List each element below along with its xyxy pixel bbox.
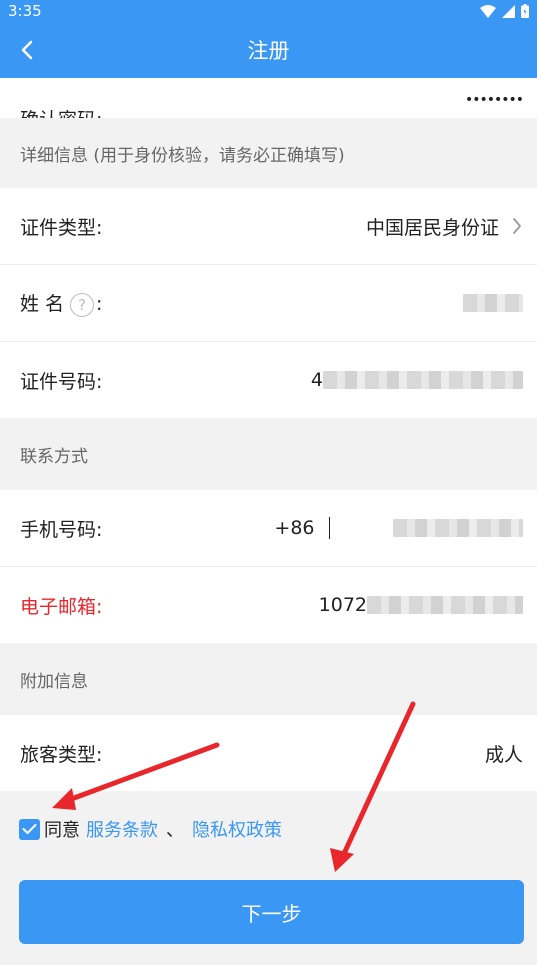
contact-section-header: 联系方式: [0, 418, 537, 490]
passenger-type-value: 成人: [484, 743, 523, 766]
extra-section-title: 附加信息: [20, 671, 88, 692]
id-type-value: 中国居民身份证: [365, 216, 499, 239]
extra-section-header: 附加信息: [0, 643, 537, 715]
agree-separator: 、: [166, 820, 184, 841]
id-type-label: 证件类型:: [20, 216, 103, 239]
email-label: 电子邮箱:: [20, 595, 103, 618]
battery-icon: [521, 4, 529, 18]
phone-value-blurred[interactable]: [393, 519, 523, 537]
name-row[interactable]: 姓 名?:: [0, 265, 537, 341]
country-code[interactable]: +86: [274, 517, 314, 539]
status-bar: 3:35: [0, 0, 537, 22]
phone-row[interactable]: 手机号码: +86: [0, 490, 537, 566]
details-section-title: 详细信息 (用于身份核验，请务必正确填写): [20, 145, 345, 166]
name-value-blurred[interactable]: [463, 294, 523, 312]
status-icons: [480, 4, 529, 18]
confirm-password-label: 确认密码:: [20, 105, 102, 118]
signal-icon: [502, 4, 515, 18]
passenger-type-label: 旅客类型:: [20, 743, 103, 766]
phone-separator: [328, 517, 330, 539]
back-arrow-icon[interactable]: [14, 36, 42, 64]
checkmark-icon: [22, 824, 37, 834]
name-label-text: 姓 名: [20, 293, 65, 316]
privacy-link[interactable]: 隐私权政策: [192, 816, 282, 842]
id-number-value[interactable]: 4: [311, 369, 523, 391]
chevron-right-icon: [513, 218, 521, 234]
wifi-icon: [480, 4, 496, 18]
nav-bar: 注册: [0, 22, 537, 78]
terms-link[interactable]: 服务条款: [86, 816, 158, 842]
id-number-prefix: 4: [310, 369, 323, 391]
id-number-row[interactable]: 证件号码: 4: [0, 342, 537, 418]
phone-label: 手机号码:: [20, 518, 103, 541]
passenger-type-row[interactable]: 旅客类型: 成人: [0, 715, 537, 791]
agree-text: 同意: [44, 820, 80, 841]
page-title: 注册: [247, 39, 290, 63]
agree-checkbox[interactable]: [19, 818, 40, 840]
agreement-row: 同意 服务条款 、 隐私权政策: [19, 816, 282, 842]
next-button[interactable]: 下一步: [19, 880, 524, 944]
email-value[interactable]: 1072: [319, 594, 523, 616]
confirm-password-value: ••••••••: [464, 92, 524, 108]
email-row[interactable]: 电子邮箱: 1072: [0, 567, 537, 643]
name-label: 姓 名?:: [20, 289, 102, 317]
id-number-label: 证件号码:: [20, 370, 103, 393]
id-type-row[interactable]: 证件类型: 中国居民身份证: [0, 188, 537, 264]
help-question-icon[interactable]: ?: [70, 292, 95, 317]
contact-section-title: 联系方式: [20, 446, 88, 467]
email-prefix: 1072: [318, 594, 367, 616]
name-label-colon: :: [96, 293, 103, 316]
status-time: 3:35: [8, 2, 42, 20]
details-section-header: 详细信息 (用于身份核验，请务必正确填写): [0, 118, 537, 188]
id-number-blurred: [323, 371, 523, 389]
confirm-password-row[interactable]: 确认密码: ••••••••: [0, 78, 537, 118]
email-blurred: [367, 596, 523, 614]
